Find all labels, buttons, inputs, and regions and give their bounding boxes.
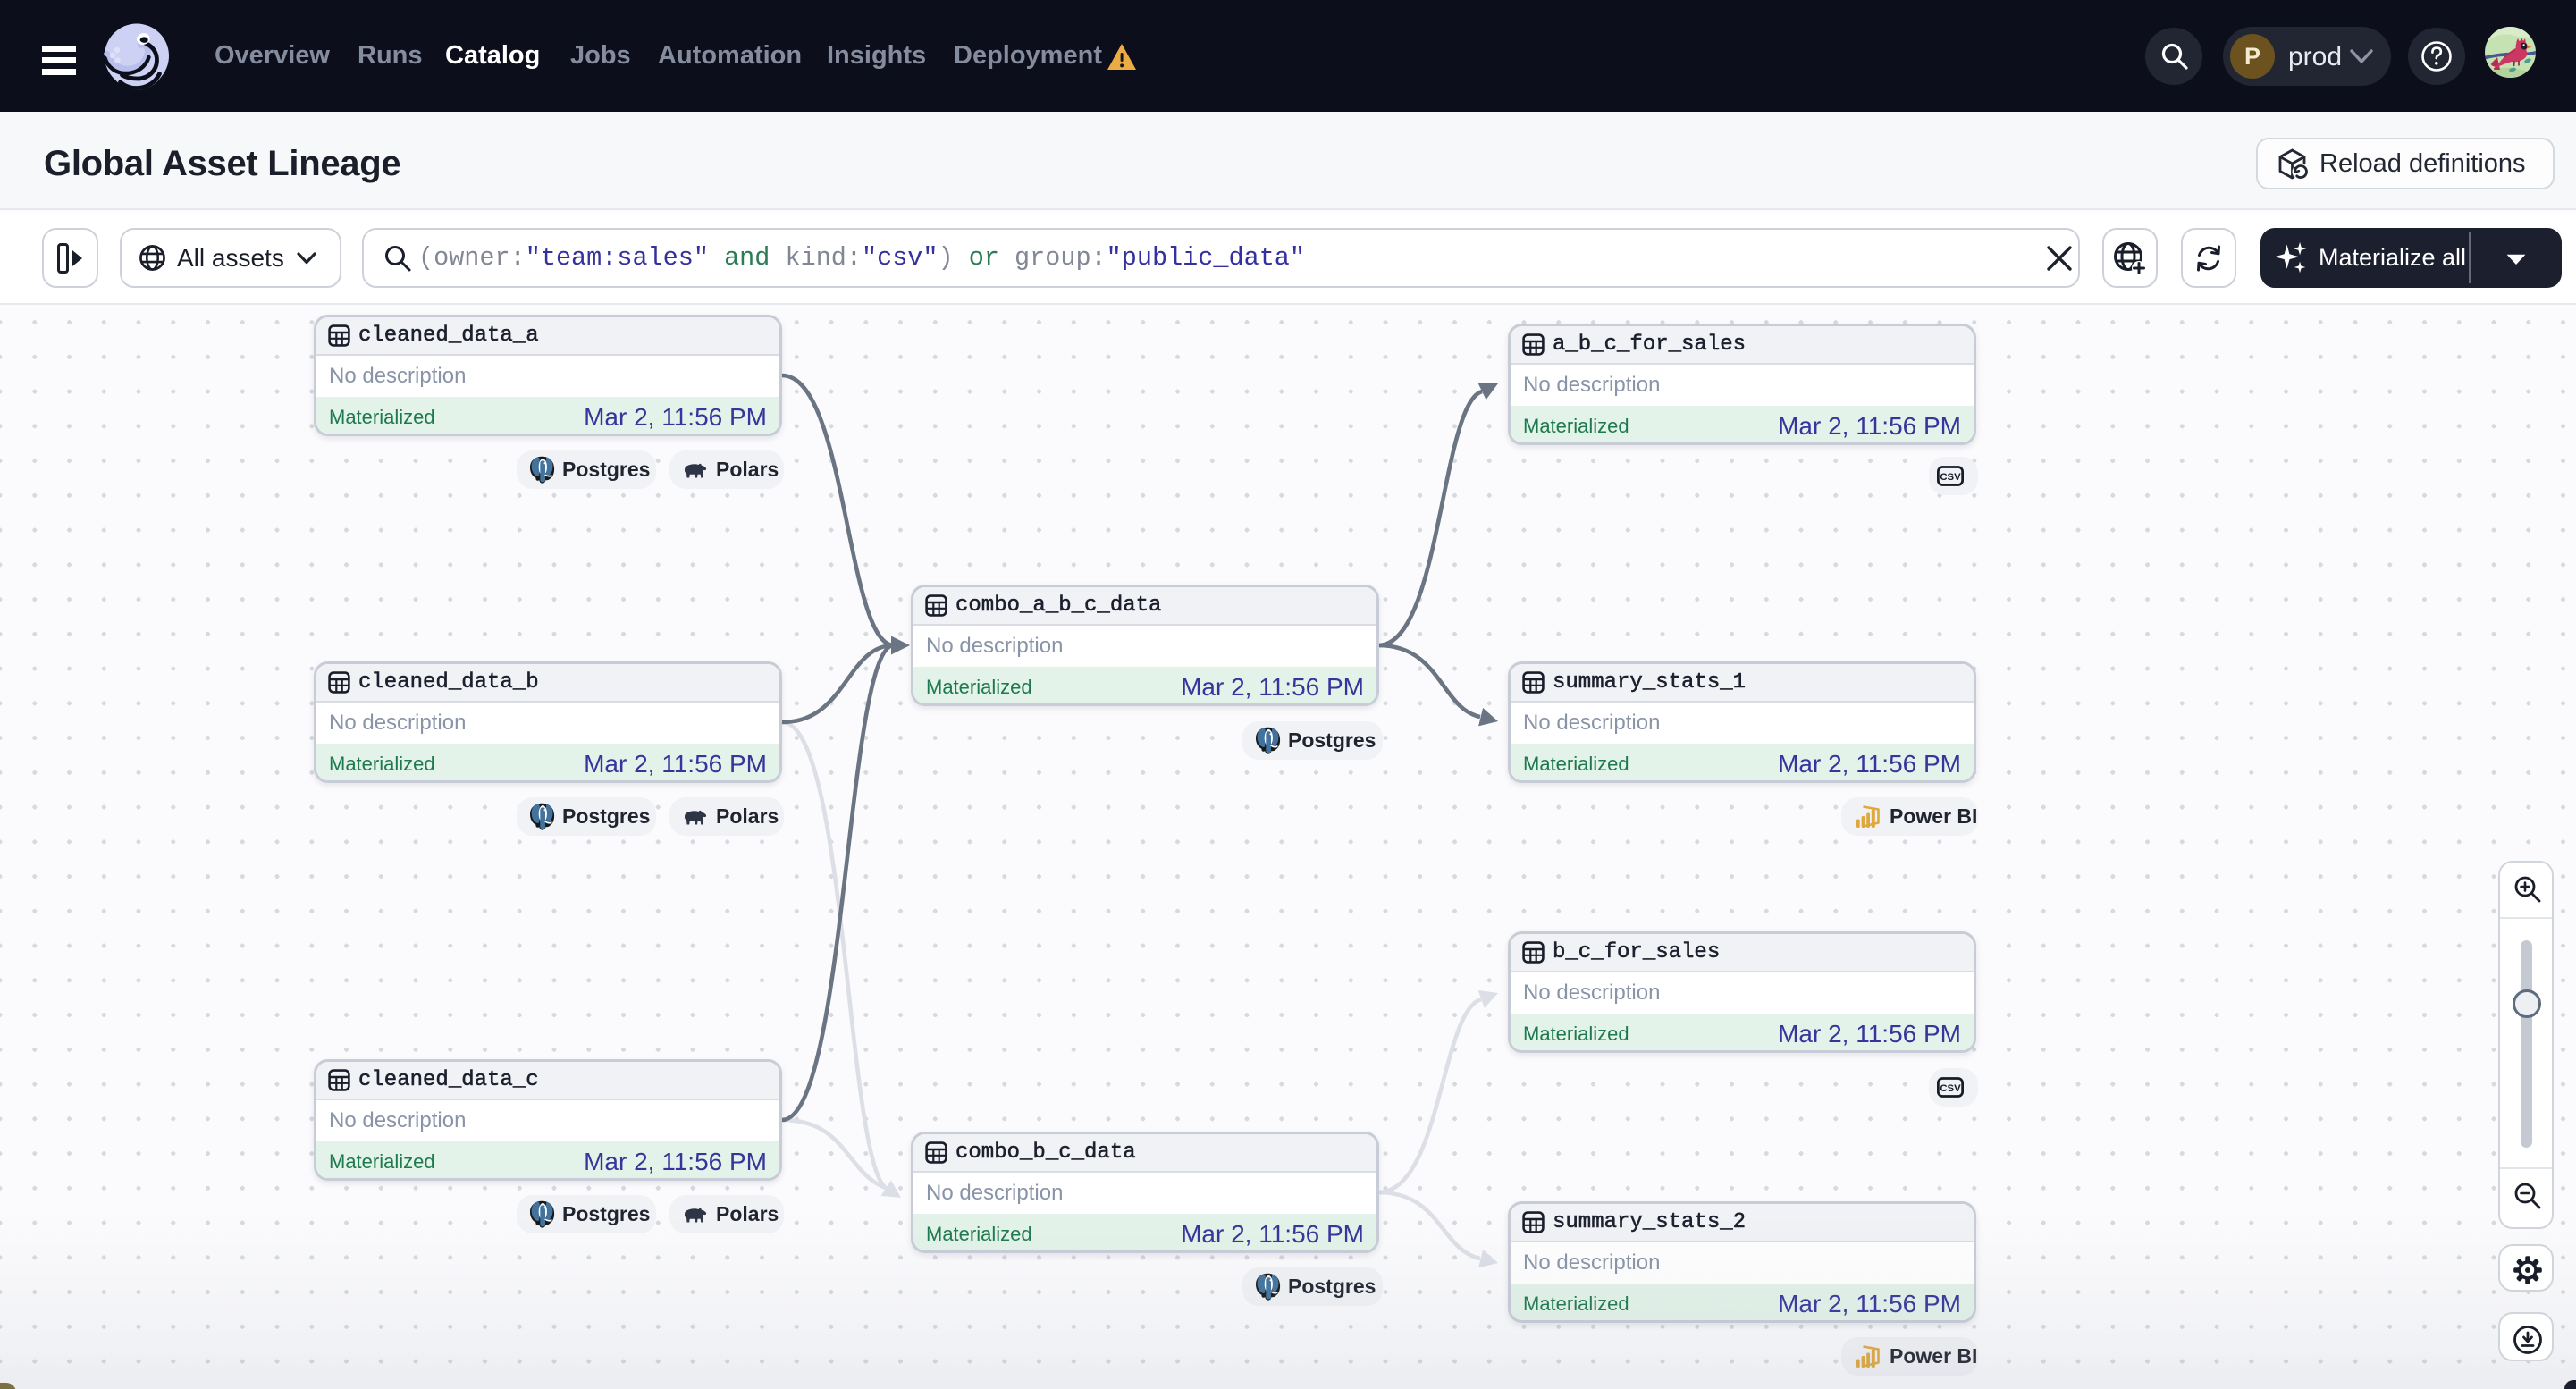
svg-text:CSV: CSV — [1940, 1083, 1961, 1094]
svg-text:CSV: CSV — [1940, 472, 1961, 483]
